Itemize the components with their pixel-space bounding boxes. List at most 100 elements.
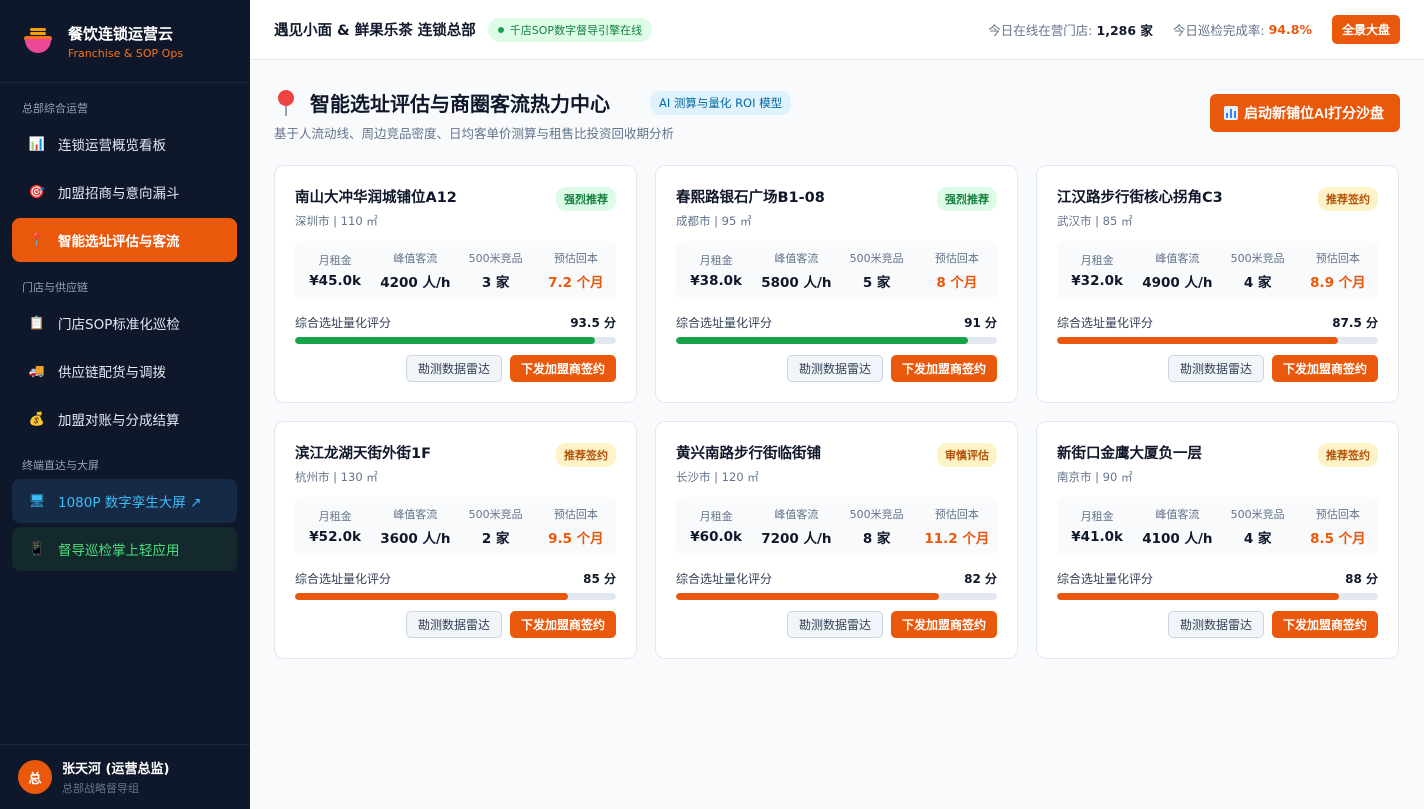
issue-contract-button[interactable]: 下发加盟商签约 xyxy=(1271,611,1378,638)
traffic-value: 4200 人/h xyxy=(380,274,451,291)
site-card: 南山大冲华润城铺位A12 深圳市 | 110 ㎡ 强烈推荐 月租金 ¥45.0k … xyxy=(274,165,637,403)
site-meta: 杭州市 | 130 ㎡ xyxy=(295,470,378,484)
traffic-label: 峰值客流 xyxy=(393,251,438,265)
competitors-label: 500米竞品 xyxy=(468,507,523,521)
payback-label: 预估回本 xyxy=(1315,251,1360,265)
survey-radar-button[interactable]: 勘测数据雷达 xyxy=(1167,355,1264,382)
user-role: 总部战略督导组 xyxy=(62,782,139,795)
stores-online-value: 1,286 家 xyxy=(1096,23,1153,38)
sidebar-item-label: 加盟对账与分成结算 xyxy=(58,413,180,429)
noodle-bowl-icon xyxy=(24,27,52,55)
sidebar-item-settlement[interactable]: 💰 加盟对账与分成结算 xyxy=(12,397,237,441)
score-progress-fill xyxy=(295,593,568,600)
main-content: 智能选址评估与商圈客流热力中心 AI 测算与量化 ROI 模型 基于人流动线、周… xyxy=(274,60,1400,659)
issue-contract-button[interactable]: 下发加盟商签约 xyxy=(509,355,616,382)
issue-contract-button[interactable]: 下发加盟商签约 xyxy=(890,611,997,638)
full-dashboard-button[interactable]: 全景大盘 xyxy=(1331,15,1400,44)
page-title: 智能选址评估与商圈客流热力中心 xyxy=(310,92,610,116)
status-text: 千店SOP数字督导引擎在线 xyxy=(509,23,643,37)
site-card: 新街口金鹰大厦负一层 南京市 | 90 ㎡ 推荐签约 月租金 ¥41.0k 峰值客… xyxy=(1036,421,1399,659)
traffic-value: 5800 人/h xyxy=(761,274,832,291)
recommendation-badge: 推荐签约 xyxy=(1318,443,1378,467)
traffic-value: 4900 人/h xyxy=(1142,274,1213,291)
pin-icon: 📍 xyxy=(28,232,46,248)
score-label: 综合选址量化评分 xyxy=(1057,316,1154,330)
sidebar-item-label: 智能选址评估与客流 xyxy=(58,234,180,250)
rent-label: 月租金 xyxy=(318,253,352,267)
user-profile[interactable]: 总 张天河 (运营总监) 总部战略督导组 xyxy=(0,744,250,809)
rent-value: ¥45.0k xyxy=(309,272,361,289)
sidebar-item-franchise-funnel[interactable]: 🎯 加盟招商与意向漏斗 xyxy=(12,170,237,214)
recommendation-badge: 强烈推荐 xyxy=(937,187,997,211)
recommendation-badge: 推荐签约 xyxy=(556,443,616,467)
traffic-label: 峰值客流 xyxy=(393,507,438,521)
rent-label: 月租金 xyxy=(1080,253,1114,267)
sidebar-item-digital-twin-screen[interactable]: 🖥 1080P 数字孪生大屏 ↗ xyxy=(12,479,237,523)
payback-label: 预估回本 xyxy=(553,507,598,521)
competitors-label: 500米竞品 xyxy=(849,507,904,521)
site-stats: 月租金 ¥41.0k 峰值客流 4100 人/h 500米竞品 4 家 预估回本 8.5… xyxy=(1057,497,1378,555)
site-meta: 成都市 | 95 ㎡ xyxy=(676,214,752,228)
traffic-value: 7200 人/h xyxy=(761,530,832,547)
traffic-label: 峰值客流 xyxy=(774,507,819,521)
site-stats: 月租金 ¥52.0k 峰值客流 3600 人/h 500米竞品 2 家 预估回本 9.5… xyxy=(295,497,616,555)
competitors-value: 4 家 xyxy=(1243,530,1272,547)
sidebar-item-label: 供应链配货与调拨 xyxy=(58,365,166,381)
site-stats: 月租金 ¥45.0k 峰值客流 4200 人/h 500米竞品 3 家 预估回本 7.2… xyxy=(295,241,616,299)
sidebar-item-sop-inspection[interactable]: 📋 门店SOP标准化巡检 xyxy=(12,301,237,345)
payback-label: 预估回本 xyxy=(553,251,598,265)
top-header: 遇见小面 & 鲜果乐茶 连锁总部 千店SOP数字督导引擎在线 今日在线在营门店:… xyxy=(250,0,1424,60)
sidebar-item-label: 连锁运营概览看板 xyxy=(58,138,166,154)
status-badge: 千店SOP数字督导引擎在线 xyxy=(487,17,653,42)
score-progress-bar xyxy=(295,593,616,600)
survey-radar-button[interactable]: 勘测数据雷达 xyxy=(405,611,502,638)
issue-contract-button[interactable]: 下发加盟商签约 xyxy=(1271,355,1378,382)
target-icon: 🎯 xyxy=(28,184,46,200)
competitors-label: 500米竞品 xyxy=(849,251,904,265)
survey-radar-button[interactable]: 勘测数据雷达 xyxy=(786,611,883,638)
brand: 餐饮连锁运营云 Franchise & SOP Ops xyxy=(0,0,250,83)
score-value: 88 分 xyxy=(1345,572,1378,586)
issue-contract-button[interactable]: 下发加盟商签约 xyxy=(509,611,616,638)
patrol-rate-value: 94.8% xyxy=(1268,22,1312,37)
score-value: 93.5 分 xyxy=(570,316,616,330)
issue-contract-button[interactable]: 下发加盟商签约 xyxy=(890,355,997,382)
clipboard-icon: 📋 xyxy=(28,315,46,331)
competitors-value: 2 家 xyxy=(481,530,510,547)
start-ai-sandbox-button[interactable]: 启动新铺位AI打分沙盘 xyxy=(1210,94,1400,132)
score-label: 综合选址量化评分 xyxy=(1057,572,1154,586)
site-card: 春熙路银石广场B1-08 成都市 | 95 ㎡ 强烈推荐 月租金 ¥38.0k 峰… xyxy=(655,165,1018,403)
survey-radar-button[interactable]: 勘测数据雷达 xyxy=(1167,611,1264,638)
pin-icon xyxy=(278,90,294,116)
competitors-label: 500米竞品 xyxy=(1230,251,1285,265)
brand-subtitle: Franchise & SOP Ops xyxy=(68,46,184,60)
brand-title: 餐饮连锁运营云 xyxy=(68,24,174,43)
score-progress-fill xyxy=(676,593,940,600)
avatar: 总 xyxy=(18,760,52,794)
payback-label: 预估回本 xyxy=(934,507,979,521)
competitors-value: 3 家 xyxy=(481,274,510,291)
sidebar-item-mobile-app[interactable]: 📱 督导巡检掌上轻应用 xyxy=(12,527,237,571)
score-progress-bar xyxy=(1057,593,1378,600)
competitors-label: 500米竞品 xyxy=(1230,507,1285,521)
traffic-label: 峰值客流 xyxy=(1155,507,1200,521)
score-progress-bar xyxy=(676,593,997,600)
score-progress-fill xyxy=(676,337,969,344)
site-stats: 月租金 ¥38.0k 峰值客流 5800 人/h 500米竞品 5 家 预估回本 8 个… xyxy=(676,241,997,299)
score-value: 82 分 xyxy=(964,572,997,586)
sidebar-item-overview[interactable]: 📊 连锁运营概览看板 xyxy=(12,122,237,166)
sidebar-item-label: 1080P 数字孪生大屏 ↗ xyxy=(58,495,202,511)
company-name: 遇见小面 & 鲜果乐茶 连锁总部 xyxy=(274,23,476,39)
site-meta: 长沙市 | 120 ㎡ xyxy=(676,470,759,484)
survey-radar-button[interactable]: 勘测数据雷达 xyxy=(786,355,883,382)
nav-section-terminals: 终端直达与大屏 xyxy=(22,459,99,472)
page-subtitle: 基于人流动线、周边竞品密度、日均客单价测算与租售比投资回收期分析 xyxy=(274,126,675,141)
sidebar-item-supply-chain[interactable]: 🚚 供应链配货与调拨 xyxy=(12,349,237,393)
bar-chart-icon xyxy=(1224,106,1238,120)
rent-label: 月租金 xyxy=(699,253,733,267)
sidebar-item-site-selection[interactable]: 📍 智能选址评估与客流 xyxy=(12,218,237,262)
site-meta: 南京市 | 90 ㎡ xyxy=(1057,470,1133,484)
site-card: 黄兴南路步行街临街铺 长沙市 | 120 ㎡ 审慎评估 月租金 ¥60.0k 峰值… xyxy=(655,421,1018,659)
score-progress-fill xyxy=(1057,593,1340,600)
survey-radar-button[interactable]: 勘测数据雷达 xyxy=(405,355,502,382)
